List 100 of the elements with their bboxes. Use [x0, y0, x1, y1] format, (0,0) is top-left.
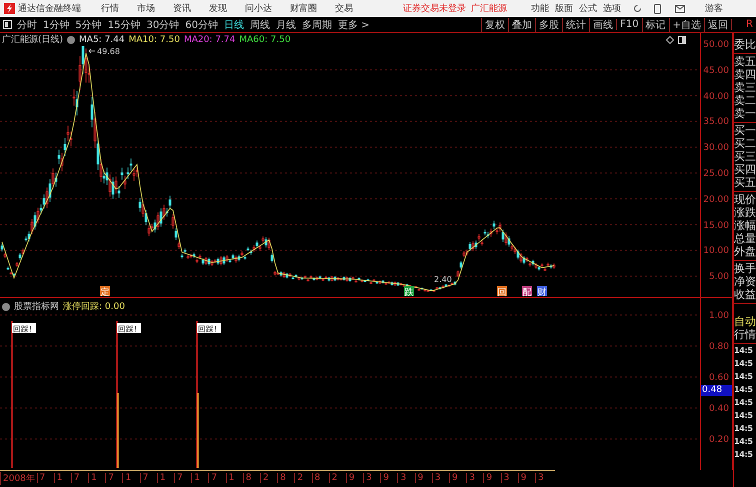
period-tab[interactable]: 更多 > [338, 18, 370, 32]
quote-label: 涨幅 [734, 219, 756, 232]
stock-name: 广汇能源 [471, 2, 507, 15]
user-label[interactable]: 游客 [705, 2, 723, 15]
period-tab[interactable]: 60分钟 [185, 18, 218, 32]
date-tick: 3 [534, 473, 552, 483]
menu-item[interactable]: 行情 [101, 2, 119, 15]
indicator-tick: 0.60 [708, 373, 730, 383]
date-tick: 3 [432, 473, 449, 483]
menu-item[interactable]: 问小达 [245, 2, 272, 15]
date-tick: 9 [380, 473, 398, 483]
ma-value: MA5: 7.44 [79, 34, 125, 44]
event-marker[interactable]: 配 [522, 286, 532, 297]
price-tick: 30.00 [702, 143, 730, 154]
toolbar-button[interactable]: 叠加 [508, 18, 536, 32]
quote-label: 换手 [734, 262, 756, 275]
period-tab[interactable]: 月线 [276, 18, 296, 32]
quote-label: 外盘 [734, 245, 756, 258]
quote-label: 买五 [734, 176, 756, 189]
corner-label: R [731, 19, 756, 30]
mode-label[interactable]: 自动 [734, 315, 756, 328]
toolbar-button[interactable]: 标记 [642, 18, 669, 32]
trade-time: 14:5 [734, 371, 754, 383]
date-tick: 1 [191, 473, 208, 483]
period-tab[interactable]: 1分钟 [43, 18, 70, 32]
indicator-tick: 1.00 [708, 311, 730, 321]
quote-label: 卖三 [734, 81, 756, 94]
ma-value: MA10: 7.50 [128, 34, 180, 44]
menu-item[interactable]: 资讯 [173, 2, 191, 15]
ma-value: MA20: 7.74 [184, 34, 236, 44]
trade-time: 14:5 [734, 345, 754, 357]
quote-label: 涨跌 [734, 206, 756, 219]
toolbar-button[interactable]: 多股 [535, 18, 562, 32]
date-tick: 7 [36, 473, 54, 483]
toolbar-button[interactable]: F10 [616, 19, 642, 30]
quote-label: 卖二 [734, 94, 756, 107]
current-value: 0.48 [701, 385, 732, 396]
date-tick: 9 [483, 473, 501, 483]
trade-time: 14:5 [734, 384, 754, 396]
menu-item[interactable]: 功能 [531, 2, 549, 15]
menu-item[interactable]: 发现 [209, 2, 227, 15]
price-tick: 10.00 [702, 246, 730, 256]
low-price-label: 2.40 [434, 275, 452, 284]
toolbar-button[interactable]: 复权 [481, 18, 508, 32]
ma-value: MA60: 7.50 [239, 34, 291, 44]
period-tab[interactable]: 周线 [250, 18, 270, 32]
indicator-name: 涨停回踩: 0.00 [63, 300, 125, 313]
toolbar-button[interactable]: +自选 [668, 18, 704, 32]
date-tick: 9 [414, 473, 432, 483]
quote-label: 卖五 [734, 55, 756, 68]
date-tick: 3 [500, 473, 518, 483]
quote-label: 总量 [734, 232, 756, 245]
date-tick: 3 [363, 473, 380, 483]
date-tick: 9 [346, 473, 364, 483]
login-status[interactable]: 证券交易未登录 [403, 2, 466, 15]
period-tab[interactable]: 15分钟 [108, 18, 140, 32]
date-tick: 3 [397, 473, 415, 483]
menu-item[interactable]: 版面 [555, 2, 573, 15]
indicator-source: 股票指标网 [14, 300, 59, 313]
quote-label: 收益 [734, 288, 756, 301]
quote-label: 卖一 [734, 107, 756, 120]
period-tab[interactable]: 日线 [224, 18, 244, 32]
date-tick: 7 [208, 473, 226, 483]
date-tick: 1 [88, 473, 106, 483]
trade-time: 14:5 [734, 423, 754, 435]
event-marker[interactable]: 财 [537, 286, 547, 297]
section-label: 行情 [734, 328, 756, 341]
date-tick: 1 [122, 473, 140, 483]
trade-time: 14:5 [734, 436, 754, 448]
indicator-tick: 0.40 [708, 404, 730, 414]
toolbar-button[interactable]: 统计 [562, 18, 590, 32]
menu-item[interactable]: 财富圈 [290, 2, 317, 15]
menu-item[interactable]: 选项 [603, 2, 621, 15]
toolbar-button[interactable]: 画线 [589, 18, 616, 32]
date-tick: 7 [105, 473, 122, 483]
menu-item[interactable]: 公式 [579, 2, 597, 15]
menu-item[interactable]: 交易 [335, 2, 353, 15]
date-tick: 7 [140, 473, 157, 483]
period-tab[interactable]: 多周期 [302, 18, 332, 32]
date-tick: 1 [226, 473, 243, 483]
date-tick: 8 [242, 473, 260, 483]
high-price-label: 49.68 [97, 47, 120, 56]
trade-time: 14:5 [734, 397, 754, 409]
price-tick: 45.00 [702, 66, 730, 76]
price-tick: 25.00 [702, 168, 730, 179]
date-tick: 7 [174, 473, 192, 483]
price-tick: 50.00 [702, 40, 730, 50]
price-tick: 15.00 [702, 220, 730, 231]
trade-time: 14:5 [734, 410, 754, 422]
period-tab[interactable]: 分时 [17, 18, 37, 32]
indicator-tick: 0.20 [708, 435, 730, 445]
date-tick: 2 [328, 473, 346, 483]
toolbar-button[interactable]: 返回 [704, 18, 731, 32]
date-tick: 1 [54, 473, 71, 483]
trade-time: 14:5 [734, 358, 754, 370]
quote-label: 委比 [734, 38, 756, 51]
menu-item[interactable]: 市场 [137, 2, 155, 15]
indicator-tick: 0.80 [708, 342, 730, 352]
period-tab[interactable]: 30分钟 [146, 18, 180, 32]
period-tab[interactable]: 5分钟 [75, 18, 102, 32]
